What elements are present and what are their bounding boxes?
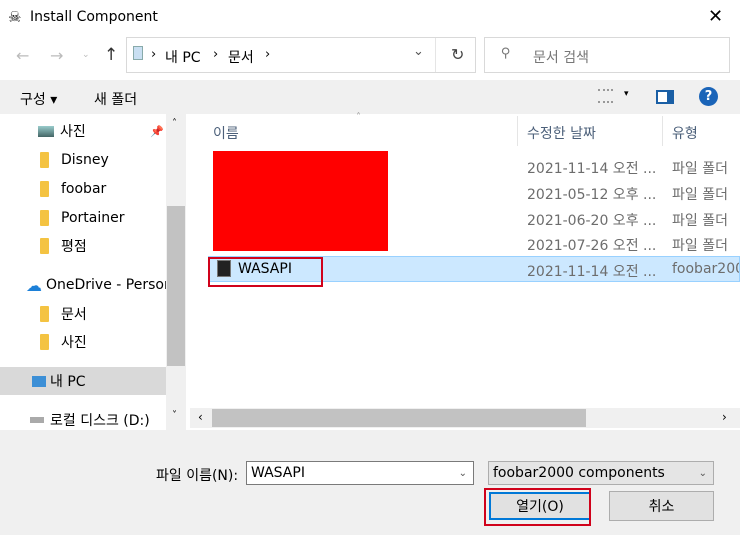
pictures-icon (38, 125, 54, 137)
navigation-pane: 사진 📌 Disney foobar Portainer 평점 ☁ OneDrive… (0, 114, 166, 430)
scroll-up-arrow[interactable]: ˄ (172, 118, 177, 129)
file-type-value: foobar2000 components (493, 465, 665, 481)
sidebar-item-rating[interactable]: 평점 (0, 232, 166, 260)
row-date: 2021-11-14 오전 ... (527, 264, 657, 280)
row-type: 파일 폴더 (672, 238, 728, 254)
row-date: 2021-07-26 오전 ... (527, 238, 657, 254)
breadcrumb-documents[interactable]: 문서 (228, 47, 254, 67)
window-title: Install Component (30, 9, 158, 25)
breadcrumb-separator: › (213, 47, 219, 62)
redaction-block (213, 151, 388, 251)
sidebar-item-onedrive[interactable]: ☁OneDrive - Personal (0, 271, 166, 299)
sidebar-scrollbar[interactable]: ˄ ˅ (166, 114, 186, 430)
scroll-down-arrow[interactable]: ˅ (172, 410, 177, 421)
folder-icon (40, 306, 49, 322)
sidebar-item-label: foobar (61, 181, 107, 197)
row-type: 파일 폴더 (672, 161, 728, 177)
view-dropdown[interactable]: ▾ (624, 89, 629, 99)
sidebar-item-label: Portainer (61, 210, 125, 226)
row-date: 2021-11-14 오전 ... (527, 161, 657, 177)
column-header-date[interactable]: 수정한 날짜 (527, 123, 596, 143)
address-dropdown-icon[interactable]: ⌄ (413, 44, 424, 59)
dialog-footer: 파일 이름(N): WASAPI ⌄ foobar2000 components ⌄… (0, 430, 740, 535)
refresh-button[interactable]: ↻ (451, 45, 464, 64)
scroll-thumb[interactable] (167, 206, 185, 366)
new-folder-button[interactable]: 새 폴더 (94, 89, 137, 109)
sidebar-item-pictures[interactable]: 사진 📌 (0, 117, 166, 145)
folder-icon (40, 181, 49, 197)
documents-icon (133, 46, 143, 60)
pin-icon: 📌 (150, 124, 164, 138)
chevron-down-icon: ⌄ (698, 467, 707, 479)
sidebar-item-disney[interactable]: Disney (0, 146, 166, 174)
scroll-right-arrow[interactable]: › (722, 410, 727, 424)
sort-ascending-icon: ˄ (356, 112, 361, 123)
breadcrumb-separator: › (265, 47, 271, 62)
filename-value: WASAPI (251, 465, 305, 481)
folder-icon (40, 334, 49, 350)
row-type: 파일 폴더 (672, 187, 728, 203)
search-input[interactable]: 문서 검색 (533, 47, 589, 67)
row-type: foobar2000 (672, 261, 739, 277)
row-type: 파일 폴더 (672, 213, 728, 229)
toolbar: 구성 ▾ 새 폴더 ▾ ? (0, 80, 740, 114)
filename-label: 파일 이름(N): (156, 468, 239, 484)
folder-icon (40, 210, 49, 226)
search-box[interactable]: ⚲ 문서 검색 (484, 37, 730, 73)
back-button[interactable]: ← (16, 46, 29, 65)
preview-pane-icon[interactable] (656, 90, 674, 104)
address-bar[interactable]: › 내 PC › 문서 › ⌄ ↻ (126, 37, 476, 73)
sidebar-item-label: 로컬 디스크 (D:) (50, 413, 150, 429)
row-date: 2021-05-12 오후 ... (527, 187, 657, 203)
horizontal-scrollbar[interactable]: ‹ › (190, 408, 740, 428)
sidebar-item-label: 사진 (61, 335, 87, 351)
cancel-label: 취소 (648, 499, 675, 515)
title-bar: ☠ Install Component ✕ (0, 0, 740, 36)
view-options-icon[interactable] (598, 89, 613, 103)
sidebar-item-foobar[interactable]: foobar (0, 175, 166, 203)
sidebar-item-label: 평점 (61, 239, 87, 255)
row-date: 2021-06-20 오후 ... (527, 213, 657, 229)
close-button[interactable]: ✕ (708, 6, 723, 27)
sidebar-item-documents[interactable]: 문서 (0, 300, 166, 328)
sidebar-item-label: OneDrive - Personal (46, 277, 166, 293)
sidebar-item-label: Disney (61, 152, 109, 168)
folder-icon (40, 152, 49, 168)
highlight-box (484, 488, 591, 526)
scroll-thumb[interactable] (212, 409, 586, 427)
help-icon[interactable]: ? (699, 87, 718, 106)
breadcrumb-my-pc[interactable]: 내 PC (165, 47, 201, 67)
drive-icon (30, 417, 44, 423)
highlight-box (208, 257, 323, 287)
sidebar-item-label: 사진 (60, 124, 86, 140)
chevron-down-icon[interactable]: ⌄ (459, 468, 467, 479)
app-icon: ☠ (8, 8, 22, 26)
onedrive-icon: ☁ (26, 275, 42, 295)
computer-icon (32, 375, 46, 387)
breadcrumb-separator: › (151, 47, 157, 62)
sidebar-item-label: 내 PC (50, 374, 86, 390)
column-header-name[interactable]: 이름 (213, 123, 239, 143)
recent-dropdown[interactable]: ⌄ (82, 50, 90, 60)
scroll-left-arrow[interactable]: ‹ (198, 410, 203, 424)
sidebar-item-my-pc[interactable]: 내 PC (0, 367, 166, 395)
up-button[interactable]: ↑ (104, 45, 118, 65)
filename-input[interactable]: WASAPI ⌄ (246, 461, 474, 485)
folder-icon (40, 238, 49, 254)
column-header-type[interactable]: 유형 (672, 123, 698, 143)
sidebar-item-portainer[interactable]: Portainer (0, 204, 166, 232)
organize-button[interactable]: 구성 ▾ (20, 89, 57, 109)
sidebar-item-pictures-onedrive[interactable]: 사진 (0, 328, 166, 356)
search-icon: ⚲ (501, 46, 511, 61)
cancel-button[interactable]: 취소 (609, 491, 714, 521)
sidebar-item-label: 문서 (61, 307, 87, 323)
file-type-select[interactable]: foobar2000 components ⌄ (488, 461, 714, 485)
forward-button[interactable]: → (50, 46, 63, 65)
